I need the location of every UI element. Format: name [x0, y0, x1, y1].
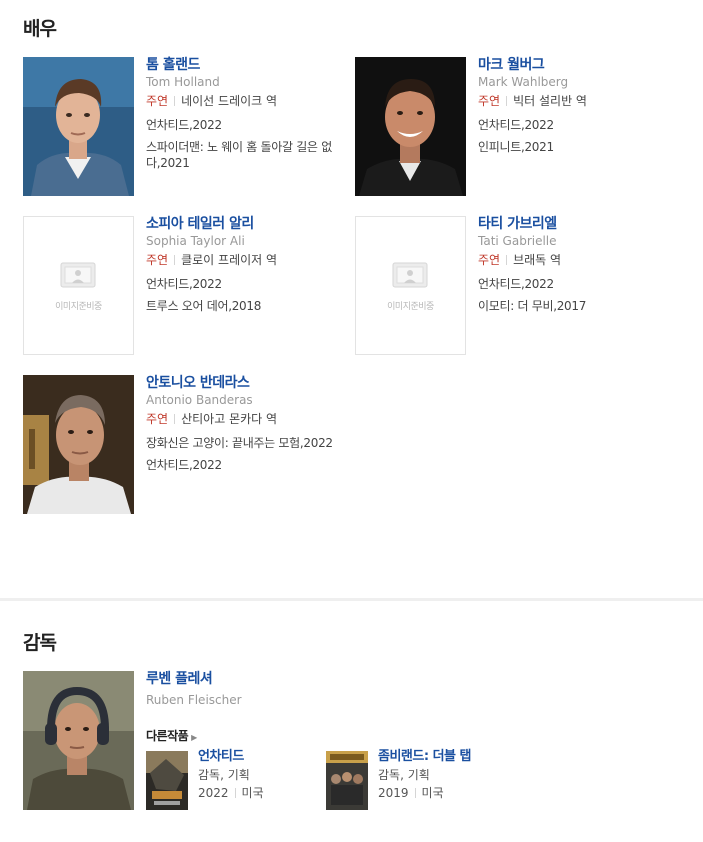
film-title-link[interactable]: 좀비랜드: 더블 탭: [378, 749, 488, 764]
film-meta: 2019 미국: [378, 784, 488, 802]
actor-photo-placeholder[interactable]: 이미지준비중: [355, 216, 466, 355]
actor-card: 이미지준비중 타티 가브리엘 Tati Gabrielle 주연 브래독 역 언차…: [355, 216, 685, 356]
film-poster[interactable]: [326, 751, 368, 810]
actor-english-name: Tom Holland: [146, 75, 220, 89]
actor-english-name: Mark Wahlberg: [478, 75, 569, 89]
actor-name-link[interactable]: 소피아 테일러 알리: [146, 216, 356, 232]
director-english-name: Ruben Fleischer: [146, 693, 242, 707]
section-title-director: 감독: [23, 632, 57, 654]
role-name: 네이선 드레이크 역: [181, 94, 278, 108]
actor-works: 언차티드,2022 인피니트,2021: [478, 117, 688, 155]
work-item[interactable]: 언차티드,2022: [478, 117, 688, 133]
separator: [174, 255, 176, 265]
actor-card: 마크 월버그 Mark Wahlberg 주연 빅터 설리반 역 언차티드,202…: [355, 57, 685, 197]
actor-name-link[interactable]: 타티 가브리엘: [478, 216, 688, 232]
separator: [174, 96, 176, 106]
film-year: 2019: [378, 786, 409, 800]
image-placeholder-icon: [392, 262, 427, 288]
film-role: 감독, 기획: [198, 768, 250, 782]
work-item[interactable]: 이모티: 더 무비,2017: [478, 298, 688, 314]
film-item: 좀비랜드: 더블 탭 감독, 기획 2019 미국: [326, 749, 496, 821]
actor-photo[interactable]: [23, 375, 134, 514]
work-item[interactable]: 언차티드,2022: [146, 457, 356, 473]
actor-english-name: Tati Gabrielle: [478, 234, 557, 248]
actor-name-link[interactable]: 톰 홀랜드: [146, 57, 356, 73]
director-name-link[interactable]: 루벤 플레셔: [146, 671, 476, 687]
film-title-link[interactable]: 언차티드: [198, 749, 308, 764]
lead-label: 주연: [146, 94, 169, 108]
actor-role: 주연 브래독 역: [478, 250, 688, 270]
separator: [174, 414, 176, 424]
work-item[interactable]: 언차티드,2022: [146, 117, 356, 133]
actor-name-link[interactable]: 안토니오 반데라스: [146, 375, 356, 391]
role-name: 빅터 설리반 역: [513, 94, 587, 108]
work-item[interactable]: 스파이더맨: 노 웨이 홈 돌아갈 길은 없다,2021: [146, 139, 356, 171]
actor-english-name: Sophia Taylor Ali: [146, 234, 245, 248]
actor-role: 주연 산티아고 몬카다 역: [146, 409, 356, 429]
role-name: 산티아고 몬카다 역: [181, 412, 278, 426]
actor-works: 언차티드,2022 이모티: 더 무비,2017: [478, 276, 688, 314]
separator: [506, 96, 508, 106]
actor-photo-placeholder[interactable]: 이미지준비중: [23, 216, 134, 355]
work-item[interactable]: 장화신은 고양이: 끝내주는 모험,2022: [146, 435, 356, 451]
film-role: 감독, 기획: [378, 768, 430, 782]
actor-card: 톰 홀랜드 Tom Holland 주연 네이선 드레이크 역 언차티드,2022…: [23, 57, 353, 197]
actor-name-link[interactable]: 마크 월버그: [478, 57, 688, 73]
actor-works: 언차티드,2022 트루스 오어 데어,2018: [146, 276, 356, 314]
lead-label: 주연: [478, 94, 501, 108]
other-works-label: 다른작품: [146, 729, 189, 743]
actor-photo[interactable]: [355, 57, 466, 196]
actor-works: 장화신은 고양이: 끝내주는 모험,2022 언차티드,2022: [146, 435, 356, 473]
placeholder-text: 이미지준비중: [387, 302, 434, 312]
work-item[interactable]: 언차티드,2022: [478, 276, 688, 292]
director-card: 루벤 플레셔 Ruben Fleischer 다른작품 ▶ 언차티드 감독, 기획…: [23, 671, 483, 811]
separator: [506, 255, 508, 265]
film-meta: 2022 미국: [198, 784, 308, 802]
actor-photo[interactable]: [23, 57, 134, 196]
actor-card: 안토니오 반데라스 Antonio Banderas 주연 산티아고 몬카다 역 …: [23, 375, 353, 515]
actor-role: 주연 빅터 설리반 역: [478, 91, 688, 111]
director-photo[interactable]: [23, 671, 134, 810]
placeholder-text: 이미지준비중: [55, 302, 102, 312]
film-country: 미국: [421, 786, 444, 800]
lead-label: 주연: [146, 253, 169, 267]
separator: [414, 788, 416, 798]
section-title-actors: 배우: [23, 18, 57, 40]
image-placeholder-icon: [60, 262, 95, 288]
film-year: 2022: [198, 786, 229, 800]
actor-role: 주연 네이선 드레이크 역: [146, 91, 356, 111]
separator: [234, 788, 236, 798]
role-name: 클로이 프레이저 역: [181, 253, 278, 267]
film-country: 미국: [241, 786, 264, 800]
film-poster[interactable]: [146, 751, 188, 810]
actor-english-name: Antonio Banderas: [146, 393, 253, 407]
film-item: 언차티드 감독, 기획 2022 미국: [146, 749, 316, 821]
lead-label: 주연: [146, 412, 169, 426]
actor-role: 주연 클로이 프레이저 역: [146, 250, 356, 270]
work-item[interactable]: 트루스 오어 데어,2018: [146, 298, 356, 314]
lead-label: 주연: [478, 253, 501, 267]
work-item[interactable]: 언차티드,2022: [146, 276, 356, 292]
section-divider: [0, 598, 703, 601]
actor-card: 이미지준비중 소피아 테일러 알리 Sophia Taylor Ali 주연 클로…: [23, 216, 353, 356]
chevron-right-icon: ▶: [191, 733, 197, 742]
other-works-link[interactable]: 다른작품 ▶: [146, 727, 476, 744]
work-item[interactable]: 인피니트,2021: [478, 139, 688, 155]
actor-works: 언차티드,2022 스파이더맨: 노 웨이 홈 돌아갈 길은 없다,2021: [146, 117, 356, 171]
role-name: 브래독 역: [513, 253, 562, 267]
